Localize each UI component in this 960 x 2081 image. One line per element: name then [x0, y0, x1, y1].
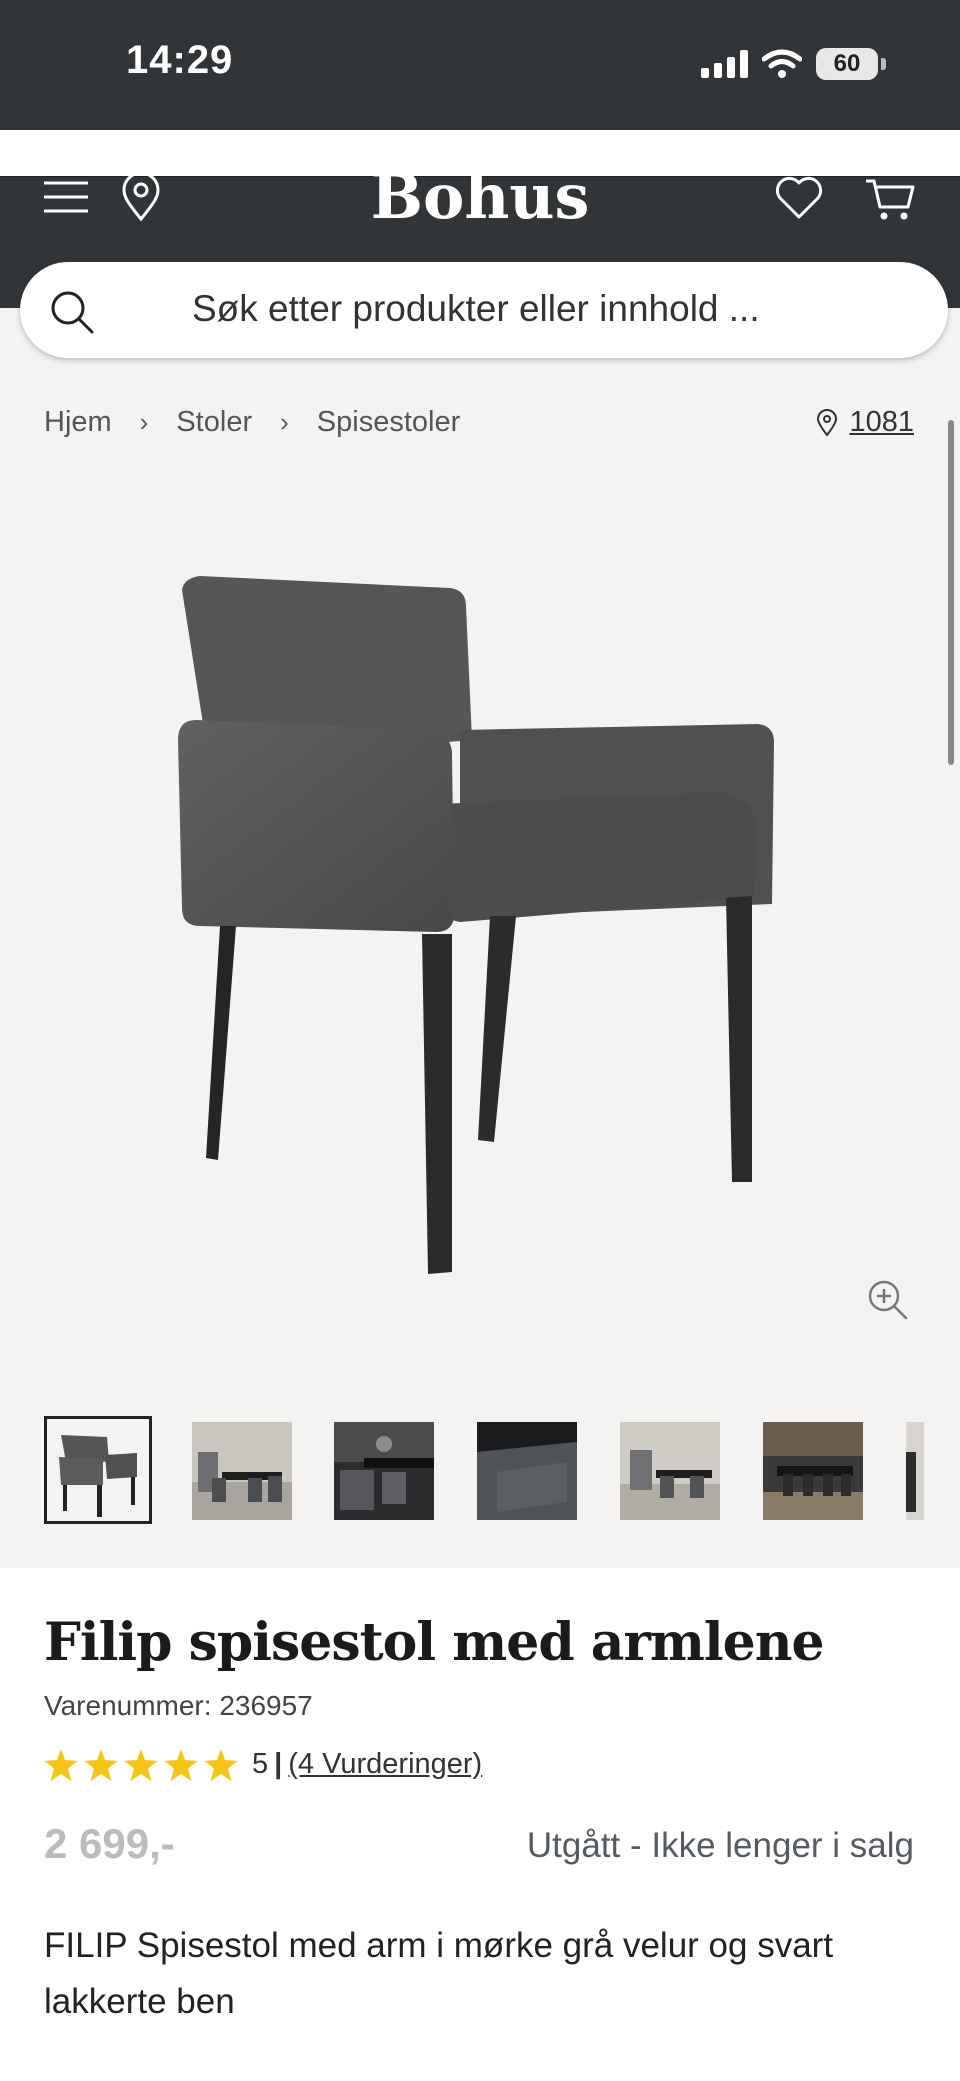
star-icon: [124, 1748, 158, 1781]
star-icon: [44, 1748, 78, 1781]
thumbnail-6[interactable]: [763, 1422, 863, 1520]
breadcrumb-spisestoler[interactable]: Spisestoler: [317, 406, 460, 439]
availability-status: Utgått - Ikke lenger i salg: [526, 1826, 914, 1865]
star-icon: [84, 1748, 118, 1781]
store-selector[interactable]: 1081: [815, 406, 914, 439]
breadcrumb-stoler[interactable]: Stoler: [176, 406, 252, 439]
reviews-link[interactable]: (4 Vurderinger): [288, 1748, 482, 1781]
product-rating: 5 | (4 Vurderinger): [44, 1748, 482, 1781]
thumbnail-strip: [44, 1416, 924, 1524]
search-icon: [51, 291, 94, 334]
thumbnail-4[interactable]: [477, 1422, 577, 1520]
product-image[interactable]: [160, 560, 800, 1290]
page-scrollbar[interactable]: [948, 420, 954, 765]
breadcrumb: Hjem › Stoler › Spisestoler: [44, 406, 460, 439]
search-input[interactable]: Søk etter produkter eller innhold ...: [20, 262, 948, 358]
breadcrumb-home[interactable]: Hjem: [44, 406, 112, 439]
chevron-right-icon: ›: [280, 407, 289, 437]
wifi-icon: [762, 49, 802, 78]
thumbnail-3[interactable]: [334, 1422, 434, 1520]
product-title: Filip spisestol med armlene: [44, 1612, 825, 1673]
chevron-right-icon: ›: [139, 407, 149, 437]
rating-value: 5: [252, 1748, 269, 1780]
product-sku: Varenummer: 236957: [44, 1690, 313, 1721]
rating-separator: |: [274, 1748, 283, 1780]
zoom-in-icon[interactable]: [866, 1278, 910, 1322]
star-icon: [164, 1748, 198, 1781]
product-description: FILIP Spisestol med arm i mørke grå velu…: [44, 1926, 834, 2021]
rating-stars: [44, 1748, 238, 1781]
product-price: 2 699,-: [44, 1820, 175, 1867]
location-pin-icon: [817, 408, 838, 437]
store-code[interactable]: 1081: [849, 406, 914, 439]
battery-icon: 60: [816, 48, 886, 80]
bohus-logo[interactable]: Bohus: [0, 160, 960, 233]
search-placeholder: Søk etter produkter eller innhold ...: [192, 288, 760, 329]
address-bar[interactable]: bohus.no: [0, 128, 960, 160]
thumbnail-7[interactable]: [906, 1422, 924, 1520]
thumbnail-5[interactable]: [620, 1422, 720, 1520]
thumbnail-1[interactable]: [44, 1416, 152, 1524]
status-bar: 14:29 60 bohus.no: [0, 0, 960, 159]
star-icon: [204, 1748, 238, 1781]
cellular-signal-icon: [701, 50, 748, 78]
status-icons: 60: [701, 44, 886, 84]
status-time: 14:29: [126, 38, 234, 82]
thumbnail-2[interactable]: [192, 1422, 292, 1520]
